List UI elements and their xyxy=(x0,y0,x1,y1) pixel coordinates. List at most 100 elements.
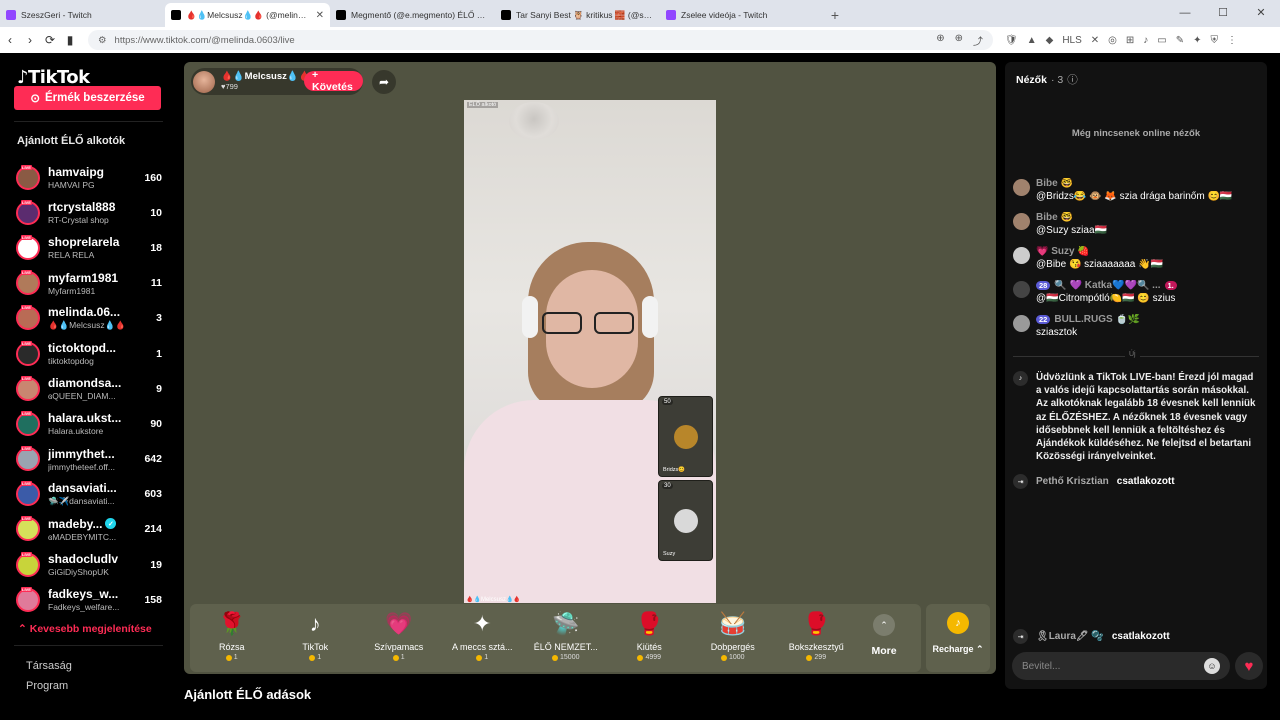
creator-avatar[interactable]: LIVE xyxy=(16,410,40,436)
host-avatar[interactable] xyxy=(193,70,215,93)
creator-item[interactable]: LIVE melinda.06... 🩸💧Melcsusz💧🩸 3 xyxy=(16,301,162,336)
chat-username[interactable]: 28 🔍 💜 Katka💙💜🔍 ... 1. xyxy=(1036,280,1261,291)
extension-icon[interactable]: HLS xyxy=(1062,35,1081,46)
chat-avatar[interactable] xyxy=(1013,213,1030,230)
maximize-icon[interactable]: ☐ xyxy=(1204,0,1242,27)
creator-avatar[interactable]: LIVE xyxy=(16,586,40,612)
creator-name[interactable]: myfarm1981 xyxy=(48,271,136,285)
share-icon[interactable]: ➦ xyxy=(372,70,396,94)
guest-video[interactable]: 50 Bridzs😊 xyxy=(658,396,713,477)
creator-item[interactable]: LIVE tictoktopd... tiktoktopdog 1 xyxy=(16,336,162,371)
footer-link-program[interactable]: Program xyxy=(26,676,72,696)
creator-avatar[interactable]: LIVE xyxy=(16,516,40,542)
browser-tab[interactable]: Tar Sanyi Best 🦉 kritikus 🧱 (@szop xyxy=(495,3,660,27)
bookmark-icon[interactable]: ▮ xyxy=(60,33,80,47)
gift-item[interactable]: 🌹 Rózsa 1 xyxy=(190,604,274,672)
url-action-icon[interactable]: ⊕ xyxy=(936,33,944,48)
chat-username[interactable]: 22 BULL.RUGS 🍵🌿 xyxy=(1036,314,1261,325)
follow-button[interactable]: + Követés xyxy=(304,69,363,93)
extension-icon[interactable]: ⛨ xyxy=(1211,35,1219,46)
extension-icon[interactable]: ✦ xyxy=(1193,35,1201,46)
more-gifts-button[interactable]: ⌃ More xyxy=(858,604,910,672)
chat-input[interactable]: Bevitel... ☺ xyxy=(1012,652,1230,680)
extension-icon[interactable]: ▲ xyxy=(1027,35,1037,46)
creator-item[interactable]: LIVE dansaviati... 🛸✈️dansaviati... 603 xyxy=(16,477,162,512)
creator-item[interactable]: LIVE jimmythet... jimmythetееf.off... 642 xyxy=(16,442,162,477)
chat-avatar[interactable] xyxy=(1013,247,1030,264)
heart-icon[interactable]: ♥ xyxy=(1235,652,1263,680)
extension-icon[interactable]: 🛡 xyxy=(1005,35,1018,46)
creator-name[interactable]: shadocludlv xyxy=(48,552,136,566)
creator-name[interactable]: shoprelarela xyxy=(48,235,136,249)
creator-item[interactable]: LIVE rtcrystal888 RT-Crystal shop 10 xyxy=(16,195,162,230)
creator-avatar[interactable]: LIVE xyxy=(16,375,40,401)
url-field[interactable]: ⚙ https://www.tiktok.com/@melinda.0603/l… xyxy=(88,30,993,50)
creator-avatar[interactable]: LIVE xyxy=(16,164,40,190)
creator-name[interactable]: jimmythet... xyxy=(48,447,136,461)
extension-icon[interactable]: ⋮ xyxy=(1227,35,1237,46)
gift-item[interactable]: 🛸 ÉLŐ NEMZET... 15000 xyxy=(524,604,608,672)
creator-item[interactable]: LIVE fadkeys_w... Fadkeys_welfare... 158 xyxy=(16,582,162,617)
creator-avatar[interactable]: LIVE xyxy=(16,551,40,577)
creator-name[interactable]: dansaviati... xyxy=(48,481,136,495)
emoji-icon[interactable]: ☺ xyxy=(1204,658,1220,674)
browser-tab[interactable]: SzeszGeri - Twitch xyxy=(0,3,165,27)
back-button[interactable]: ‹ xyxy=(0,33,20,47)
join-user[interactable]: Pethő Krisztian xyxy=(1036,476,1109,487)
creator-item[interactable]: LIVE shadocludlv GiGiDiyShopUK 19 xyxy=(16,547,162,582)
creator-item[interactable]: LIVE madeby... ✓ ɞMADEBYMITC... 214 xyxy=(16,512,162,547)
guest-video[interactable]: 30 Suzy xyxy=(658,480,713,561)
creator-item[interactable]: LIVE diamondsa... ɞQUEEN_DIAM... 9 xyxy=(16,371,162,406)
url-text[interactable]: https://www.tiktok.com/@melinda.0603/liv… xyxy=(115,35,295,46)
creator-avatar[interactable]: LIVE xyxy=(16,234,40,260)
chat-avatar[interactable] xyxy=(1013,315,1030,332)
site-settings-icon[interactable]: ⚙ xyxy=(98,35,107,46)
url-action-icon[interactable]: ⊕ xyxy=(955,33,963,48)
browser-tab[interactable]: 🩸💧Melcsusz💧🩸 (@melinda.06 ✕ xyxy=(165,3,330,27)
chat-input-placeholder[interactable]: Bevitel... xyxy=(1022,661,1060,672)
creator-avatar[interactable]: LIVE xyxy=(16,340,40,366)
creator-item[interactable]: LIVE myfarm1981 Myfarm1981 11 xyxy=(16,266,162,301)
creator-name[interactable]: fadkeys_w... xyxy=(48,587,136,601)
creator-avatar[interactable]: LIVE xyxy=(16,446,40,472)
creator-avatar[interactable]: LIVE xyxy=(16,481,40,507)
reload-button[interactable]: ⟳ xyxy=(40,33,60,47)
new-tab-button[interactable]: + xyxy=(825,3,845,27)
tiktok-logo[interactable]: ♪TikTok xyxy=(17,67,90,88)
chat-username[interactable]: Bibe 🤓 xyxy=(1036,178,1261,189)
extension-icon[interactable]: ✕ xyxy=(1091,35,1099,46)
creator-name[interactable]: diamondsa... xyxy=(48,376,136,390)
footer-link-company[interactable]: Társaság xyxy=(26,656,72,676)
gift-item[interactable]: ♪ TikTok 1 xyxy=(274,604,358,672)
gift-item[interactable]: 💗 Szívpamacs 1 xyxy=(357,604,441,672)
extension-icon[interactable]: ⊞ xyxy=(1126,35,1134,46)
browser-tab[interactable]: Megmentő (@e.megmento) ÉLŐ adás xyxy=(330,3,495,27)
extension-icon[interactable]: ♪ xyxy=(1143,35,1148,46)
creator-name[interactable]: hamvaipg xyxy=(48,165,136,179)
show-less-link[interactable]: ⌃ Kevesebb megjelenítése xyxy=(18,623,152,635)
creator-name[interactable]: madeby... ✓ xyxy=(48,517,136,531)
extension-icon[interactable]: ◆ xyxy=(1046,35,1054,46)
url-action-icon[interactable]: ⤴ xyxy=(973,33,983,48)
forward-button[interactable]: › xyxy=(20,33,40,47)
extension-icon[interactable]: ✎ xyxy=(1176,35,1184,46)
chat-avatar[interactable] xyxy=(1013,179,1030,196)
creator-item[interactable]: LIVE hamvaipg HAMVAI PG 160 xyxy=(16,160,162,195)
creator-item[interactable]: LIVE shoprelarela RELA RELA 18 xyxy=(16,230,162,265)
recharge-button[interactable]: ♪ Recharge ⌃ xyxy=(926,604,990,672)
close-window-icon[interactable]: ✕ xyxy=(1242,0,1280,27)
gift-item[interactable]: 🥊 Bokszkesztyű 299 xyxy=(775,604,859,672)
creator-name[interactable]: rtcrystal888 xyxy=(48,200,136,214)
chat-avatar[interactable] xyxy=(1013,281,1030,298)
gift-item[interactable]: ✦ A meccs sztá... 1 xyxy=(441,604,525,672)
extension-icon[interactable]: ▭ xyxy=(1157,35,1166,46)
get-coins-button[interactable]: ⊙ Érmék beszerzése xyxy=(14,86,161,110)
browser-tab[interactable]: Zselee videója - Twitch xyxy=(660,3,825,27)
creator-name[interactable]: halara.ukst... xyxy=(48,411,136,425)
creator-avatar[interactable]: LIVE xyxy=(16,305,40,331)
info-icon[interactable]: ⓘ xyxy=(1067,72,1078,87)
extension-icon[interactable]: ◎ xyxy=(1108,35,1117,46)
viewers-header[interactable]: Nézők · 3 ⓘ xyxy=(1016,72,1078,87)
join-user[interactable]: 🎗Laura🖊 🫧 xyxy=(1036,631,1104,642)
chat-username[interactable]: Bibe 🤓 xyxy=(1036,212,1261,223)
